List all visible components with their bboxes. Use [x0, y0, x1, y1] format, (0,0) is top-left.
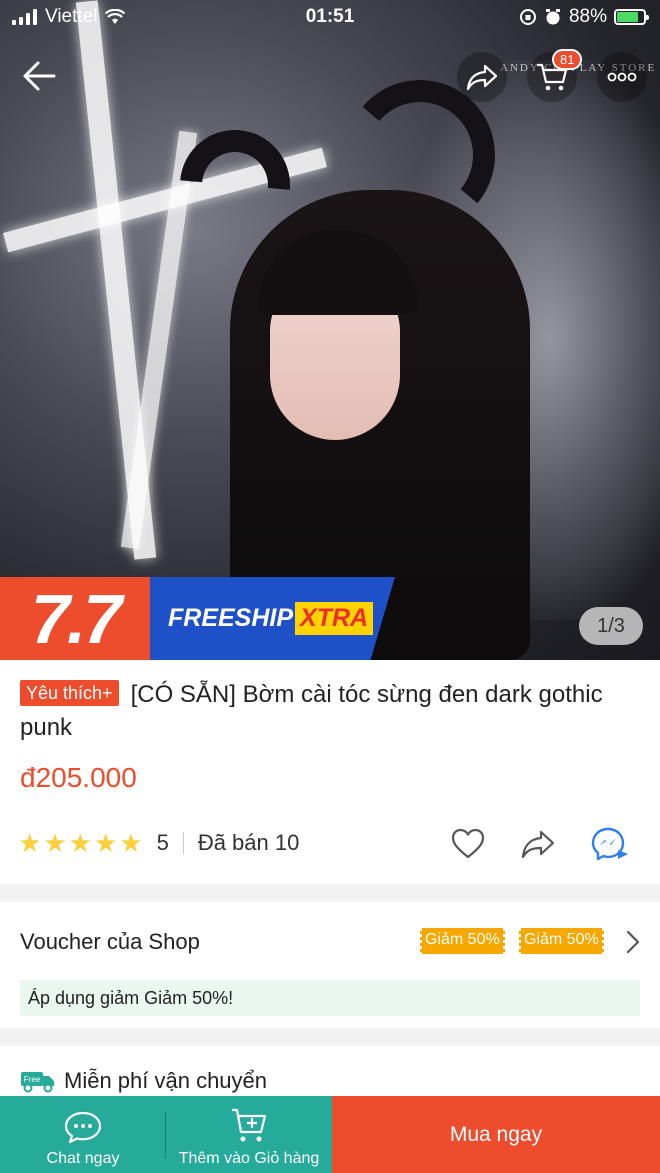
status-bar: Viettel 01:51 88%	[0, 0, 660, 34]
star-icon: ★	[119, 828, 143, 858]
xtra-text: XTRA	[295, 602, 374, 635]
add-cart-icon	[232, 1108, 267, 1142]
star-icon: ★	[68, 828, 92, 858]
free-shipping-label: Miễn phí vận chuyển	[64, 1068, 268, 1093]
product-price: đ205.000	[20, 762, 137, 793]
voucher-apply-note: Áp dụng giảm Giảm 50%!	[20, 980, 640, 1016]
messenger-icon	[591, 827, 628, 861]
preferred-plus-badge: Yêu thích+	[20, 680, 119, 706]
freeship-text: FREESHIP	[168, 604, 294, 632]
alarm-icon	[545, 9, 560, 25]
image-counter: 1/3	[579, 607, 643, 645]
more-icon	[607, 72, 637, 82]
chat-now-label: Chat ngay	[46, 1150, 120, 1167]
add-to-cart-label: Thêm vào Giỏ hàng	[178, 1150, 320, 1167]
share-icon	[521, 830, 555, 859]
divider	[182, 832, 184, 854]
heart-icon	[451, 828, 485, 859]
battery-icon	[614, 9, 649, 25]
star-icon: ★	[93, 828, 118, 858]
voucher-expand-button[interactable]	[625, 929, 641, 960]
product-title-block: Yêu thích+ [CÓ SẴN] Bờm cài tóc sừng đen …	[20, 678, 640, 744]
share-icon	[466, 64, 498, 91]
rating-stars: ★ ★ ★ ★ ★	[18, 830, 143, 856]
shop-voucher-title[interactable]: Voucher của Shop	[20, 929, 200, 955]
add-to-cart-button[interactable]: Thêm vào Giỏ hàng	[166, 1096, 332, 1173]
battery-percent: 88%	[568, 6, 607, 27]
free-shipping-row[interactable]: Free Miễn phí vận chuyển	[20, 1068, 267, 1094]
star-icon: ★	[18, 828, 42, 858]
sold-count: Đã bán 10	[197, 830, 300, 855]
divider	[165, 1112, 166, 1158]
cart-count-badge: 81	[552, 49, 583, 70]
chevron-right-icon	[626, 930, 640, 954]
chat-bubble-icon	[64, 1111, 102, 1144]
rating-value: 5	[156, 830, 169, 855]
rating-row[interactable]: ★ ★ ★ ★ ★ 5 Đã bán 10	[18, 830, 299, 856]
buy-now-button[interactable]: Mua ngay	[332, 1096, 660, 1173]
section-separator	[0, 1028, 660, 1046]
free-icon-text: Free	[24, 1075, 41, 1084]
messenger-share-button[interactable]	[590, 826, 630, 867]
back-button[interactable]	[14, 50, 66, 102]
voucher-tag[interactable]: Giảm 50%	[419, 928, 506, 954]
star-icon: ★	[43, 828, 67, 858]
voucher-tag[interactable]: Giảm 50%	[518, 928, 605, 954]
orientation-lock-icon	[519, 9, 536, 25]
share-product-button[interactable]	[520, 826, 556, 867]
freeship-xtra-banner: FREESHIP XTRA	[150, 577, 395, 660]
truck-icon: Free	[21, 1072, 54, 1093]
bottom-action-bar: Chat ngay Thêm vào Giỏ hàng Mua ngay	[0, 1096, 660, 1173]
promo-77-label: 7.7	[0, 577, 150, 660]
back-arrow-icon	[23, 61, 56, 91]
chat-now-button[interactable]: Chat ngay	[0, 1096, 166, 1173]
share-button[interactable]	[457, 52, 507, 102]
like-button[interactable]	[450, 826, 486, 867]
more-button[interactable]	[597, 52, 647, 102]
section-separator	[0, 884, 660, 902]
